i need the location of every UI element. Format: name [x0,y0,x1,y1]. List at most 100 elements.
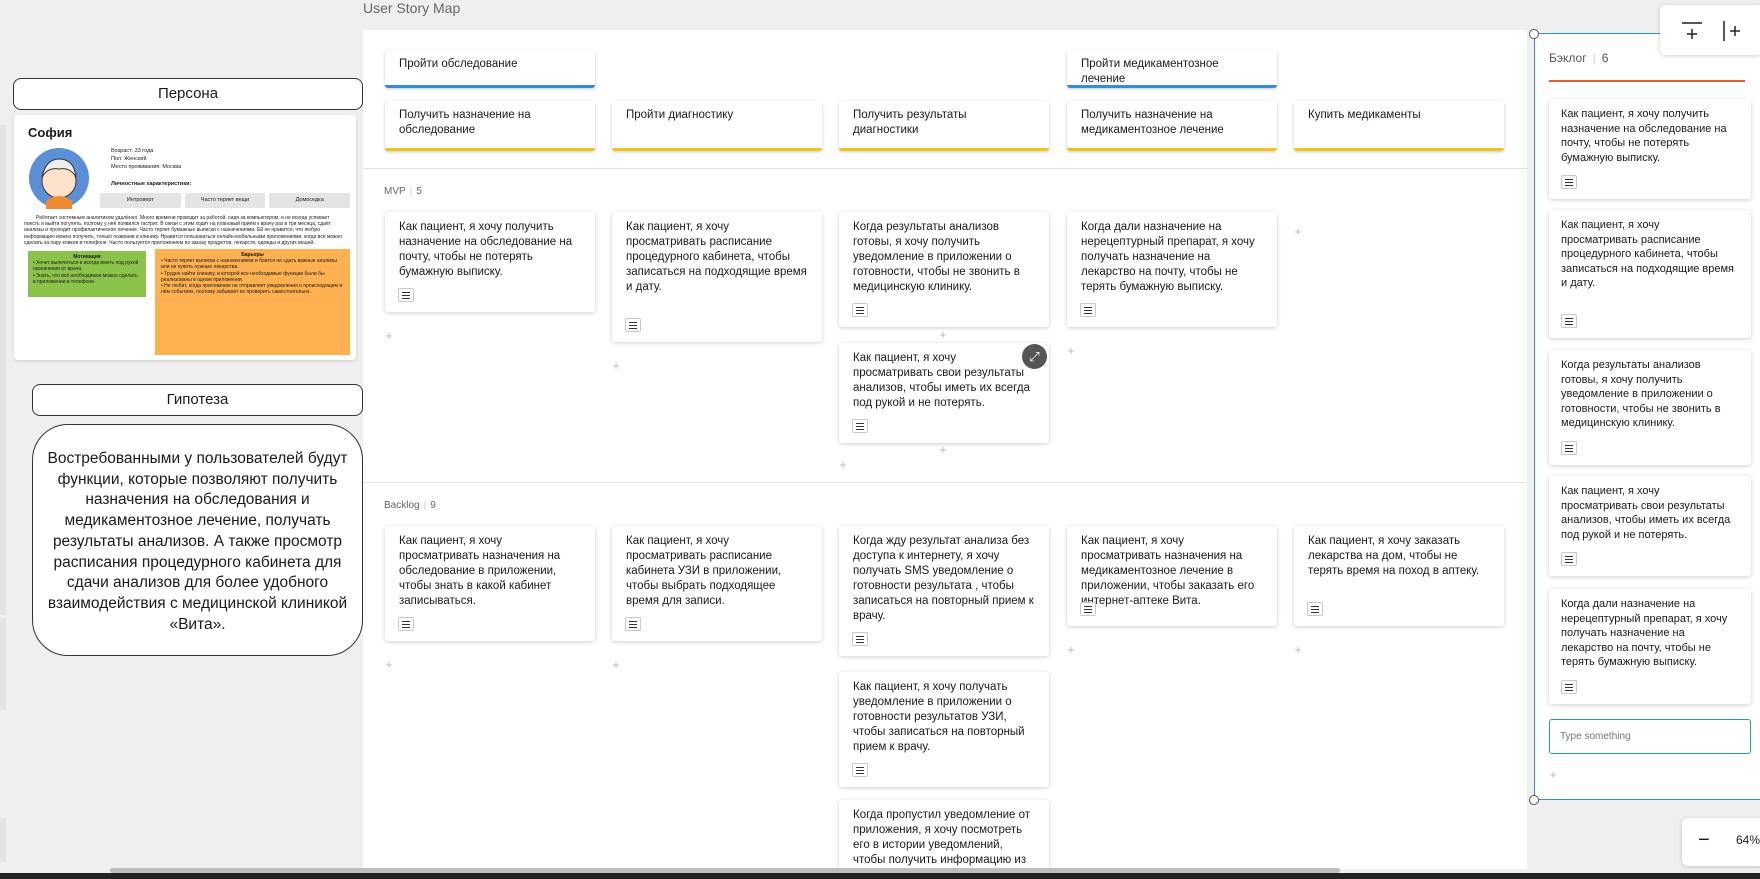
section-name: Backlog [384,500,420,511]
resize-handle[interactable] [1529,795,1539,805]
story-card[interactable]: Как пациент, я хочу просматривать свои р… [839,343,1049,443]
add-icon[interactable]: + [1292,225,1304,238]
bottom-bar [0,873,1760,879]
story-card[interactable]: Как пациент, я хочу заказать лекарства н… [1294,526,1504,626]
backlog-card[interactable]: Когда результаты анализов готовы, я хочу… [1549,350,1751,465]
note-icon[interactable] [852,763,868,777]
insert-row-icon[interactable] [1680,19,1704,43]
note-icon[interactable] [1561,680,1577,694]
section-name: MVP [384,186,406,197]
backlog-header: Бэклог | 6 [1549,51,1608,65]
card-text: Как пациент, я хочу просматривать свои р… [1561,485,1731,541]
card-text: Как пациент, я хочу просматривать распис… [1561,219,1735,289]
hypothesis-heading[interactable]: Гипотеза [32,384,363,416]
note-icon[interactable] [398,617,414,631]
note-icon[interactable] [1561,441,1577,455]
story-text: Как пациент, я хочу просматривать распис… [626,221,807,293]
story-text: Как пациент, я хочу получить назначение … [399,221,573,278]
add-icon[interactable]: + [937,443,949,456]
hypothesis-text[interactable]: Востребованными у пользователей будут фу… [32,424,363,656]
add-icon[interactable]: + [610,359,622,372]
step-card[interactable]: Купить медикаменты [1294,101,1504,151]
story-card[interactable]: Как пациент, я хочу просматривать распис… [612,526,822,641]
activity-card[interactable]: Пройти обследование [385,50,595,88]
avatar [29,148,89,209]
note-icon[interactable] [625,617,641,631]
step-card[interactable]: Получить назначение на медикаментозное л… [1067,101,1277,151]
separator: | [409,186,413,197]
barrier-text: Не любит, когда приложение не отправляет… [161,283,343,296]
story-card[interactable]: Как пациент, я хочу просматривать назнач… [1067,526,1277,626]
story-card[interactable]: Когда пропустил уведомление от приложени… [839,800,1049,870]
add-icon[interactable]: + [937,328,949,341]
section-label-backlog: Backlog | 9 [384,500,436,511]
note-icon[interactable] [1307,602,1323,616]
story-text: Как пациент, я хочу просматривать распис… [626,535,782,607]
motivation-text: Знать, что всё необходимое можно сделать… [33,272,138,285]
zoom-level[interactable]: 64% [1736,833,1760,847]
persona-details: Возраст: 33 года Пол: Женский Место прож… [111,147,181,171]
story-text: Когда дали назначение на нерецептурный п… [1081,221,1255,293]
traits-list: Интроверт Часто теряет вещи Домоседка [100,193,351,208]
barrier-item: • Трудно найти клинику, в которой все не… [161,270,325,283]
section-count: 5 [416,186,422,197]
step-card[interactable]: Получить результаты диагностики [839,101,1049,151]
story-text: Как пациент, я хочу просматривать свои р… [853,352,1030,409]
note-icon[interactable] [1561,552,1577,566]
note-icon[interactable] [852,419,868,433]
add-icon[interactable]: + [1292,643,1304,656]
backlog-card[interactable]: Как пациент, я хочу просматривать распис… [1549,210,1751,338]
card-text: Когда результаты анализов готовы, я хочу… [1561,359,1721,429]
persona-card[interactable]: София Возраст: 33 года Пол: Женский Мест… [14,115,356,360]
backlog-new-card-input[interactable] [1549,719,1751,754]
add-icon[interactable]: + [1065,344,1077,357]
motivation-item: • Хочет вылечиться и всегда иметь под ру… [33,260,139,273]
note-icon[interactable] [1561,175,1577,189]
story-card[interactable]: Как пациент, я хочу просматривать распис… [612,212,822,342]
story-card[interactable]: Когда результаты анализов готовы, я хочу… [839,212,1049,327]
motivation-item: • Знать, что всё необходимое можно сдела… [33,272,138,285]
backlog-count: 6 [1601,51,1609,65]
story-text: Когда жду результат анализа без доступа … [853,535,1034,622]
story-card[interactable]: Когда дали назначение на нерецептурный п… [1067,212,1277,327]
story-card[interactable]: Когда жду результат анализа без доступа … [839,526,1049,656]
story-card[interactable]: Как пациент, я хочу просматривать назнач… [385,526,595,641]
motivation-box: Мотивация • Хочет вылечиться и всегда им… [28,251,146,297]
add-icon[interactable]: + [1547,768,1559,781]
resize-handle[interactable] [1529,29,1539,39]
step-card[interactable]: Пройти диагностику [612,101,822,151]
add-icon[interactable]: + [383,329,395,342]
step-card[interactable]: Получить назначение на обследование [385,101,595,151]
backlog-card[interactable]: Когда дали назначение на нерецептурный п… [1549,589,1751,704]
note-icon[interactable] [1561,314,1577,328]
backlog-panel[interactable]: Бэклог | 6 Как пациент, я хочу получить на… [1534,33,1760,800]
frame-title[interactable]: User Story Map [363,0,460,16]
barrier-item: • Не любит, когда приложение не отправля… [161,283,343,296]
canvas-edge [0,618,6,710]
note-icon[interactable] [1080,602,1096,616]
motivation-text: Хочет вылечиться и всегда иметь под руко… [33,260,139,273]
story-card[interactable]: Как пациент, я хочу получать уведомление… [839,672,1049,787]
zoom-out-button[interactable]: − [1698,828,1710,852]
divider-activities [363,168,1527,169]
backlog-card[interactable]: Как пациент, я хочу получить назначение … [1549,99,1751,199]
note-icon[interactable] [1080,303,1096,317]
note-icon[interactable] [852,303,868,317]
trait-tag: Домоседка [269,193,351,208]
backlog-card[interactable]: Как пациент, я хочу просматривать свои р… [1549,476,1751,576]
note-icon[interactable] [852,632,868,646]
expand-icon[interactable]: ⤢ [1022,344,1047,369]
activity-card[interactable]: Пройти медикаментозное лечение [1067,50,1277,88]
add-icon[interactable]: + [1065,643,1077,656]
section-label-mvp: MVP | 5 [384,186,422,197]
note-icon[interactable] [625,318,641,332]
insert-column-icon[interactable] [1720,19,1744,43]
story-card[interactable]: Как пациент, я хочу получить назначение … [385,212,595,312]
persona-heading[interactable]: Персона [13,78,363,110]
add-icon[interactable]: + [610,658,622,671]
add-icon[interactable]: + [837,458,849,471]
persona-city: Место проживания: Москва [111,164,182,170]
canvas-edge [0,125,6,615]
note-icon[interactable] [398,288,414,302]
add-icon[interactable]: + [383,658,395,671]
